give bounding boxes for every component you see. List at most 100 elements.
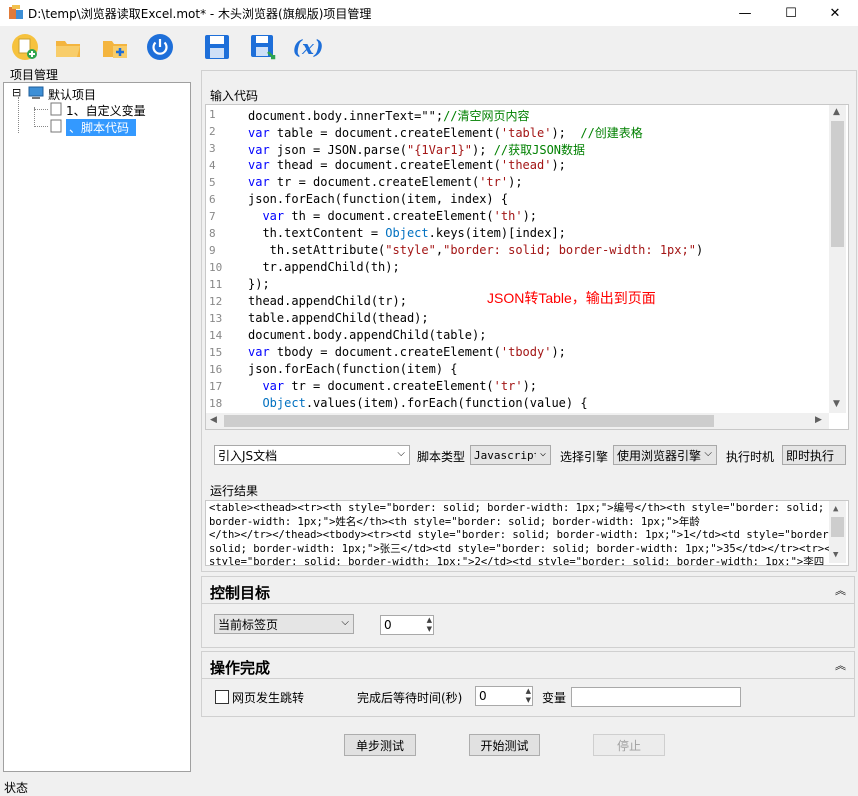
scroll-right-icon[interactable]: ▶ — [815, 415, 822, 425]
wait-time-value: 0 — [479, 689, 487, 703]
code-token: 'thead' — [500, 158, 552, 172]
code-horizontal-scrollbar[interactable]: ◀ ▶ — [206, 413, 829, 429]
tab-select[interactable]: 当前标签页 ⌵ — [214, 614, 354, 634]
line-number: 18 — [209, 397, 223, 410]
variable-label: 变量 — [542, 691, 567, 705]
result-line: border-width: 1px;">姓名</th><th style="bo… — [209, 515, 700, 528]
redirect-checkbox[interactable] — [215, 690, 229, 704]
scroll-up-icon[interactable]: ▲ — [833, 107, 840, 117]
code-token: var — [248, 158, 270, 172]
line-number: 6 — [209, 193, 216, 206]
line-number: 11 — [209, 278, 223, 291]
control-target-header[interactable]: 控制目标 ︽ — [201, 576, 855, 604]
code-token: document.body.appendChild(table); — [248, 328, 487, 342]
line-number: 1 — [209, 108, 216, 121]
code-token: //清空网页内容 — [443, 109, 530, 123]
maximize-button[interactable]: ☐ — [768, 0, 814, 26]
line-number: 3 — [209, 142, 216, 155]
code-token: json = JSON.parse( — [269, 143, 407, 157]
operation-done-header[interactable]: 操作完成 ︽ — [201, 651, 855, 679]
index-stepper[interactable]: 0 ▲ ▼ — [380, 615, 434, 635]
code-token: thead = document.createElement( — [269, 158, 501, 172]
tree-item-script-code[interactable]: 、脚本代码 — [66, 119, 136, 136]
code-token: ); — [508, 175, 523, 189]
code-line: var tr = document.createElement('tr'); — [248, 379, 537, 393]
code-token: var — [262, 209, 285, 223]
script-type-select[interactable]: Javascript ⌵ — [470, 445, 551, 465]
open-folder-icon[interactable] — [53, 32, 83, 62]
toolbar: (x) — [0, 26, 858, 66]
code-token: 'th' — [493, 209, 523, 223]
code-line: var json = JSON.parse("{1Var1}"); //获取JS… — [248, 141, 585, 158]
scroll-down-icon[interactable]: ▼ — [833, 549, 838, 563]
tree-root-default-project[interactable]: 默认项目 — [48, 86, 96, 103]
result-line: <table><thead><tr><th style="border: sol… — [209, 502, 825, 514]
result-line: style="border: solid; border-width: 1px;… — [209, 556, 825, 566]
code-token: 'tbody' — [500, 345, 552, 359]
collapse-icon[interactable]: ︽ — [835, 582, 846, 598]
computer-icon — [28, 86, 44, 99]
code-line: Object.values(item).forEach(function(val… — [248, 396, 587, 410]
new-icon[interactable] — [10, 32, 40, 62]
title-bar: D:\temp\浏览器读取Excel.mot* - 木头浏览器(旗舰版)项目管理… — [0, 0, 858, 26]
power-icon[interactable] — [145, 32, 175, 62]
code-vertical-scrollbar[interactable]: ▲ ▼ — [829, 105, 846, 413]
scroll-left-icon[interactable]: ◀ — [210, 415, 217, 425]
code-token: var — [262, 379, 285, 393]
stepper-arrows-icon[interactable]: ▲ ▼ — [427, 616, 432, 634]
code-token: document.body.innerText=""; — [248, 109, 444, 123]
line-number: 12 — [209, 295, 223, 308]
code-token: var — [248, 143, 270, 157]
stop-button[interactable]: 停止 — [593, 734, 665, 756]
save-icon[interactable] — [202, 32, 232, 62]
timing-label: 执行时机 — [726, 450, 775, 464]
line-number: 14 — [209, 329, 223, 342]
code-line: document.body.innerText="";//清空网页内容 — [248, 107, 530, 124]
scroll-up-icon[interactable]: ▲ — [833, 503, 838, 517]
scroll-thumb[interactable] — [831, 517, 844, 537]
minimize-button[interactable]: — — [722, 0, 768, 26]
code-token: table = document.createElement( — [269, 126, 501, 140]
line-number: 8 — [209, 227, 216, 240]
code-token: Object — [262, 396, 306, 410]
code-line: var thead = document.createElement('thea… — [248, 158, 566, 172]
operation-done-title: 操作完成 — [210, 659, 271, 677]
tree-item-custom-variables[interactable]: 1、自定义变量 — [66, 102, 146, 119]
start-test-button[interactable]: 开始测试 — [469, 734, 540, 756]
scroll-thumb[interactable] — [831, 121, 844, 247]
import-js-value: 引入JS文档 — [218, 448, 278, 463]
timing-select[interactable]: 即时执行 — [782, 445, 846, 465]
line-number: 13 — [209, 312, 223, 325]
code-line: var table = document.createElement('tabl… — [248, 124, 643, 141]
scroll-down-icon[interactable]: ▼ — [833, 399, 840, 409]
collapse-icon[interactable]: ︽ — [835, 657, 846, 673]
line-number: 5 — [209, 176, 216, 189]
result-output[interactable]: <table><thead><tr><th style="border: sol… — [205, 500, 849, 566]
save-as-icon[interactable] — [248, 32, 278, 62]
timing-value: 即时执行 — [786, 448, 835, 463]
code-token: ); — [522, 379, 538, 393]
variable-input[interactable] — [571, 687, 741, 707]
code-line: tr.appendChild(th); — [248, 260, 399, 274]
scroll-thumb[interactable] — [224, 415, 714, 427]
code-editor[interactable]: 1 document.body.innerText="";//清空网页内容 2 var… — [205, 104, 849, 430]
code-token: tr = document.createElement( — [269, 175, 480, 189]
step-test-button[interactable]: 单步测试 — [344, 734, 416, 756]
close-button[interactable]: ✕ — [812, 0, 858, 26]
tree-line — [18, 97, 20, 133]
wait-time-stepper[interactable]: 0 ▲ ▼ — [475, 686, 533, 706]
code-line: var tr = document.createElement('tr'); — [248, 175, 523, 189]
line-number: 10 — [209, 261, 223, 274]
code-token: tr = document.createElement( — [284, 379, 494, 393]
engine-select[interactable]: 使用浏览器引擎 ⌵ — [613, 445, 717, 465]
import-js-select[interactable]: 引入JS文档 ⌵ — [214, 445, 410, 465]
add-folder-icon[interactable] — [100, 32, 130, 62]
code-token: json.forEach(function(item) { — [248, 362, 458, 376]
stepper-arrows-icon[interactable]: ▲ ▼ — [526, 687, 531, 705]
code-token: th.textContent = — [248, 226, 386, 240]
variable-x-icon[interactable]: (x) — [290, 32, 326, 62]
project-tree[interactable]: ⊟ 默认项目 1、自定义变量 、脚本代码 — [3, 82, 191, 772]
code-token: "border: solid; border-width: 1px;" — [443, 243, 696, 257]
result-vertical-scrollbar[interactable]: ▲ ▼ — [829, 501, 846, 563]
